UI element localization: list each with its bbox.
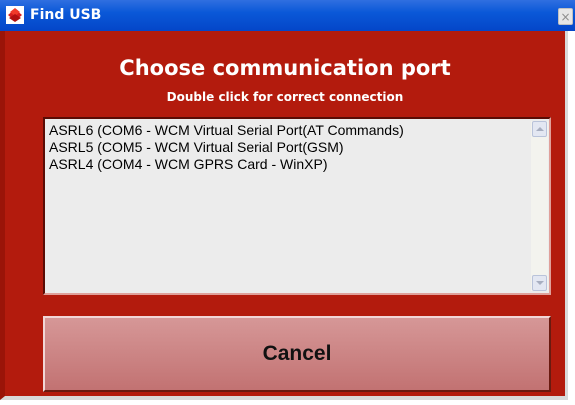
port-list-item[interactable]: ASRL5 (COM5 - WCM Virtual Serial Port(GS… <box>49 139 519 156</box>
find-usb-window: Find USB × Choose communication port Dou… <box>0 0 575 405</box>
title-bar[interactable]: Find USB × <box>0 0 575 31</box>
port-list: ASRL6 (COM6 - WCM Virtual Serial Port(AT… <box>49 122 519 173</box>
scroll-down-icon <box>536 281 544 285</box>
port-list-item[interactable]: ASRL4 (COM4 - WCM GPRS Card - WinXP) <box>49 156 519 173</box>
port-list-item[interactable]: ASRL6 (COM6 - WCM Virtual Serial Port(AT… <box>49 122 519 139</box>
scroll-up-button[interactable] <box>532 121 547 137</box>
dialog-panel: Choose communication port Double click f… <box>0 31 568 400</box>
cancel-button[interactable]: Cancel <box>43 316 551 392</box>
close-icon: × <box>560 10 571 24</box>
port-listbox[interactable]: ASRL6 (COM6 - WCM Virtual Serial Port(AT… <box>43 117 551 295</box>
close-button[interactable]: × <box>558 8 573 25</box>
window-title: Find USB <box>30 7 102 23</box>
dialog-subheading: Double click for correct connection <box>166 90 404 104</box>
scroll-up-icon <box>536 127 544 131</box>
dialog-heading: Choose communication port <box>119 56 451 80</box>
list-scrollbar[interactable] <box>531 121 548 291</box>
app-logo-icon <box>6 6 24 24</box>
scroll-down-button[interactable] <box>532 275 547 291</box>
